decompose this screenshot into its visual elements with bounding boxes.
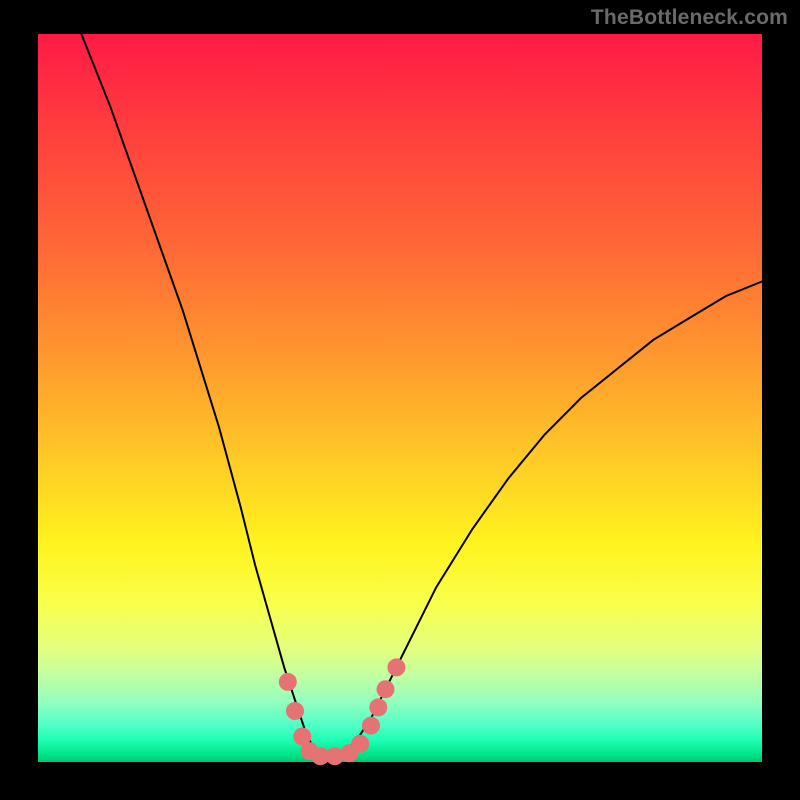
marker-dot — [387, 658, 405, 676]
marker-dot — [351, 735, 369, 753]
marker-dot — [369, 698, 387, 716]
markers-group — [279, 658, 406, 765]
marker-dot — [286, 702, 304, 720]
watermark-text: TheBottleneck.com — [591, 6, 788, 30]
curve-layer — [38, 34, 762, 762]
marker-dot — [377, 680, 395, 698]
marker-dot — [362, 717, 380, 735]
bottleneck-curve — [81, 34, 762, 758]
plot-area — [38, 34, 762, 762]
marker-dot — [279, 673, 297, 691]
chart-frame: TheBottleneck.com — [0, 0, 800, 800]
